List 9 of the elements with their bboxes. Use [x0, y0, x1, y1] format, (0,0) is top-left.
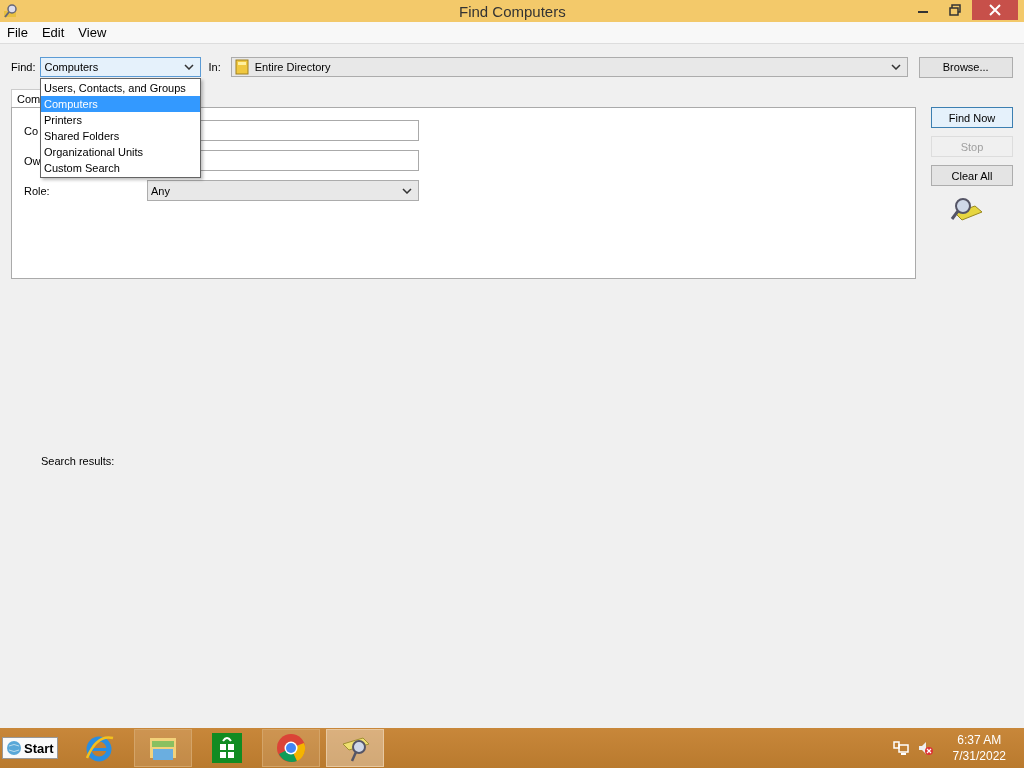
field-label: Ow [24, 154, 41, 167]
find-label: Find: [11, 61, 36, 73]
clock-time: 6:37 AM [957, 732, 1002, 748]
clock-date: 7/31/2022 [952, 748, 1006, 764]
field-label: Role: [24, 184, 50, 197]
field-label: Co [24, 124, 39, 137]
search-results-label: Search results: [41, 455, 115, 467]
in-label: In: [208, 61, 221, 73]
window-title: Find Computers [459, 2, 566, 20]
